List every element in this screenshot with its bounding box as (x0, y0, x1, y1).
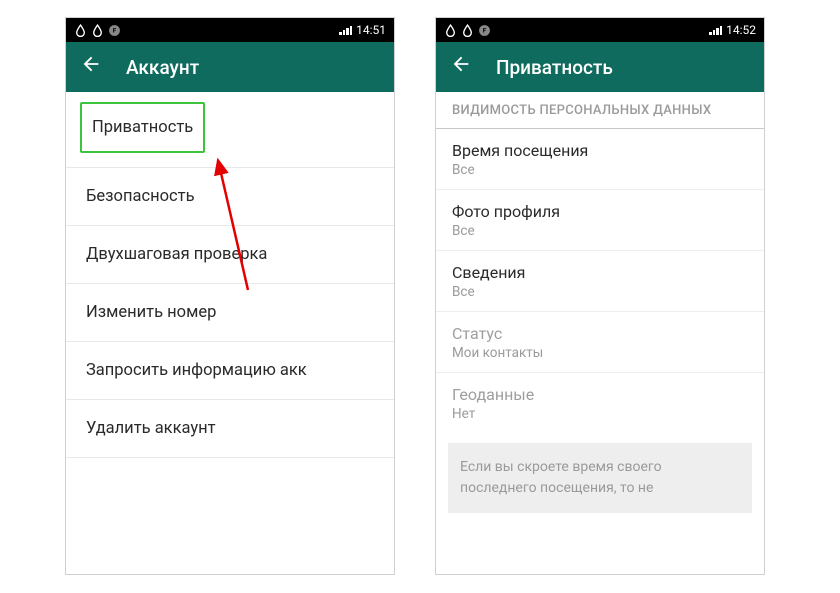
phone-privacy-screen: F 14:52 Приватность ВИДИМОСТЬ ПЕРСОНАЛЬН… (435, 17, 765, 575)
droplet-icon (91, 24, 104, 37)
back-button[interactable] (80, 53, 102, 81)
setting-title: Сведения (452, 263, 748, 282)
section-header: ВИДИМОСТЬ ПЕРСОНАЛЬНЫХ ДАННЫХ (436, 92, 764, 129)
list-item[interactable]: Запросить информацию акк (66, 342, 394, 400)
svg-text:F: F (113, 26, 117, 34)
setting-last-seen[interactable]: Время посещения Все (436, 129, 764, 190)
page-title: Приватность (496, 56, 613, 79)
signal-icon (709, 25, 722, 35)
setting-value: Все (452, 162, 748, 178)
page-title: Аккаунт (126, 56, 199, 79)
droplet-icon (461, 24, 474, 37)
droplet-icon (74, 24, 87, 37)
list-item[interactable]: Двухшаговая проверка (66, 226, 394, 284)
status-icons-right: 14:52 (709, 23, 756, 37)
list-item[interactable]: Безопасность (66, 168, 394, 226)
setting-title: Время посещения (452, 141, 748, 160)
svg-text:F: F (483, 26, 487, 34)
setting-value: Все (452, 223, 748, 239)
list-item[interactable]: Приватность (66, 92, 394, 168)
setting-value: Нет (452, 406, 748, 422)
status-icons-left: F (74, 24, 121, 37)
account-menu: Приватность Безопасность Двухшаговая про… (66, 92, 394, 458)
droplet-icon (444, 24, 457, 37)
setting-title: Фото профиля (452, 202, 748, 221)
setting-about[interactable]: Сведения Все (436, 251, 764, 312)
list-item[interactable]: Изменить номер (66, 284, 394, 342)
status-icons-right: 14:51 (339, 23, 386, 37)
status-time: 14:51 (356, 23, 386, 37)
setting-value: Мои контакты (452, 345, 748, 361)
setting-location[interactable]: Геоданные Нет (436, 373, 764, 433)
info-text: Если вы скроете время своего последнего … (448, 443, 752, 513)
status-icons-left: F (444, 24, 491, 37)
setting-profile-photo[interactable]: Фото профиля Все (436, 190, 764, 251)
setting-value: Все (452, 284, 748, 300)
privacy-menu-item-highlighted[interactable]: Приватность (80, 102, 205, 153)
list-item[interactable]: Удалить аккаунт (66, 400, 394, 458)
app-bar: Приватность (436, 42, 764, 92)
setting-title: Статус (452, 324, 748, 343)
privacy-settings: ВИДИМОСТЬ ПЕРСОНАЛЬНЫХ ДАННЫХ Время посе… (436, 92, 764, 513)
arrow-left-icon (450, 53, 472, 75)
status-time: 14:52 (726, 23, 756, 37)
phone-account-screen: F 14:51 Аккаунт Приватность Безопасность… (65, 17, 395, 575)
status-bar: F 14:51 (66, 18, 394, 42)
arrow-left-icon (80, 53, 102, 75)
app-bar: Аккаунт (66, 42, 394, 92)
setting-status[interactable]: Статус Мои контакты (436, 312, 764, 373)
signal-icon (339, 25, 352, 35)
circle-f-icon: F (478, 24, 491, 37)
setting-title: Геоданные (452, 385, 748, 404)
circle-f-icon: F (108, 24, 121, 37)
back-button[interactable] (450, 53, 472, 81)
status-bar: F 14:52 (436, 18, 764, 42)
